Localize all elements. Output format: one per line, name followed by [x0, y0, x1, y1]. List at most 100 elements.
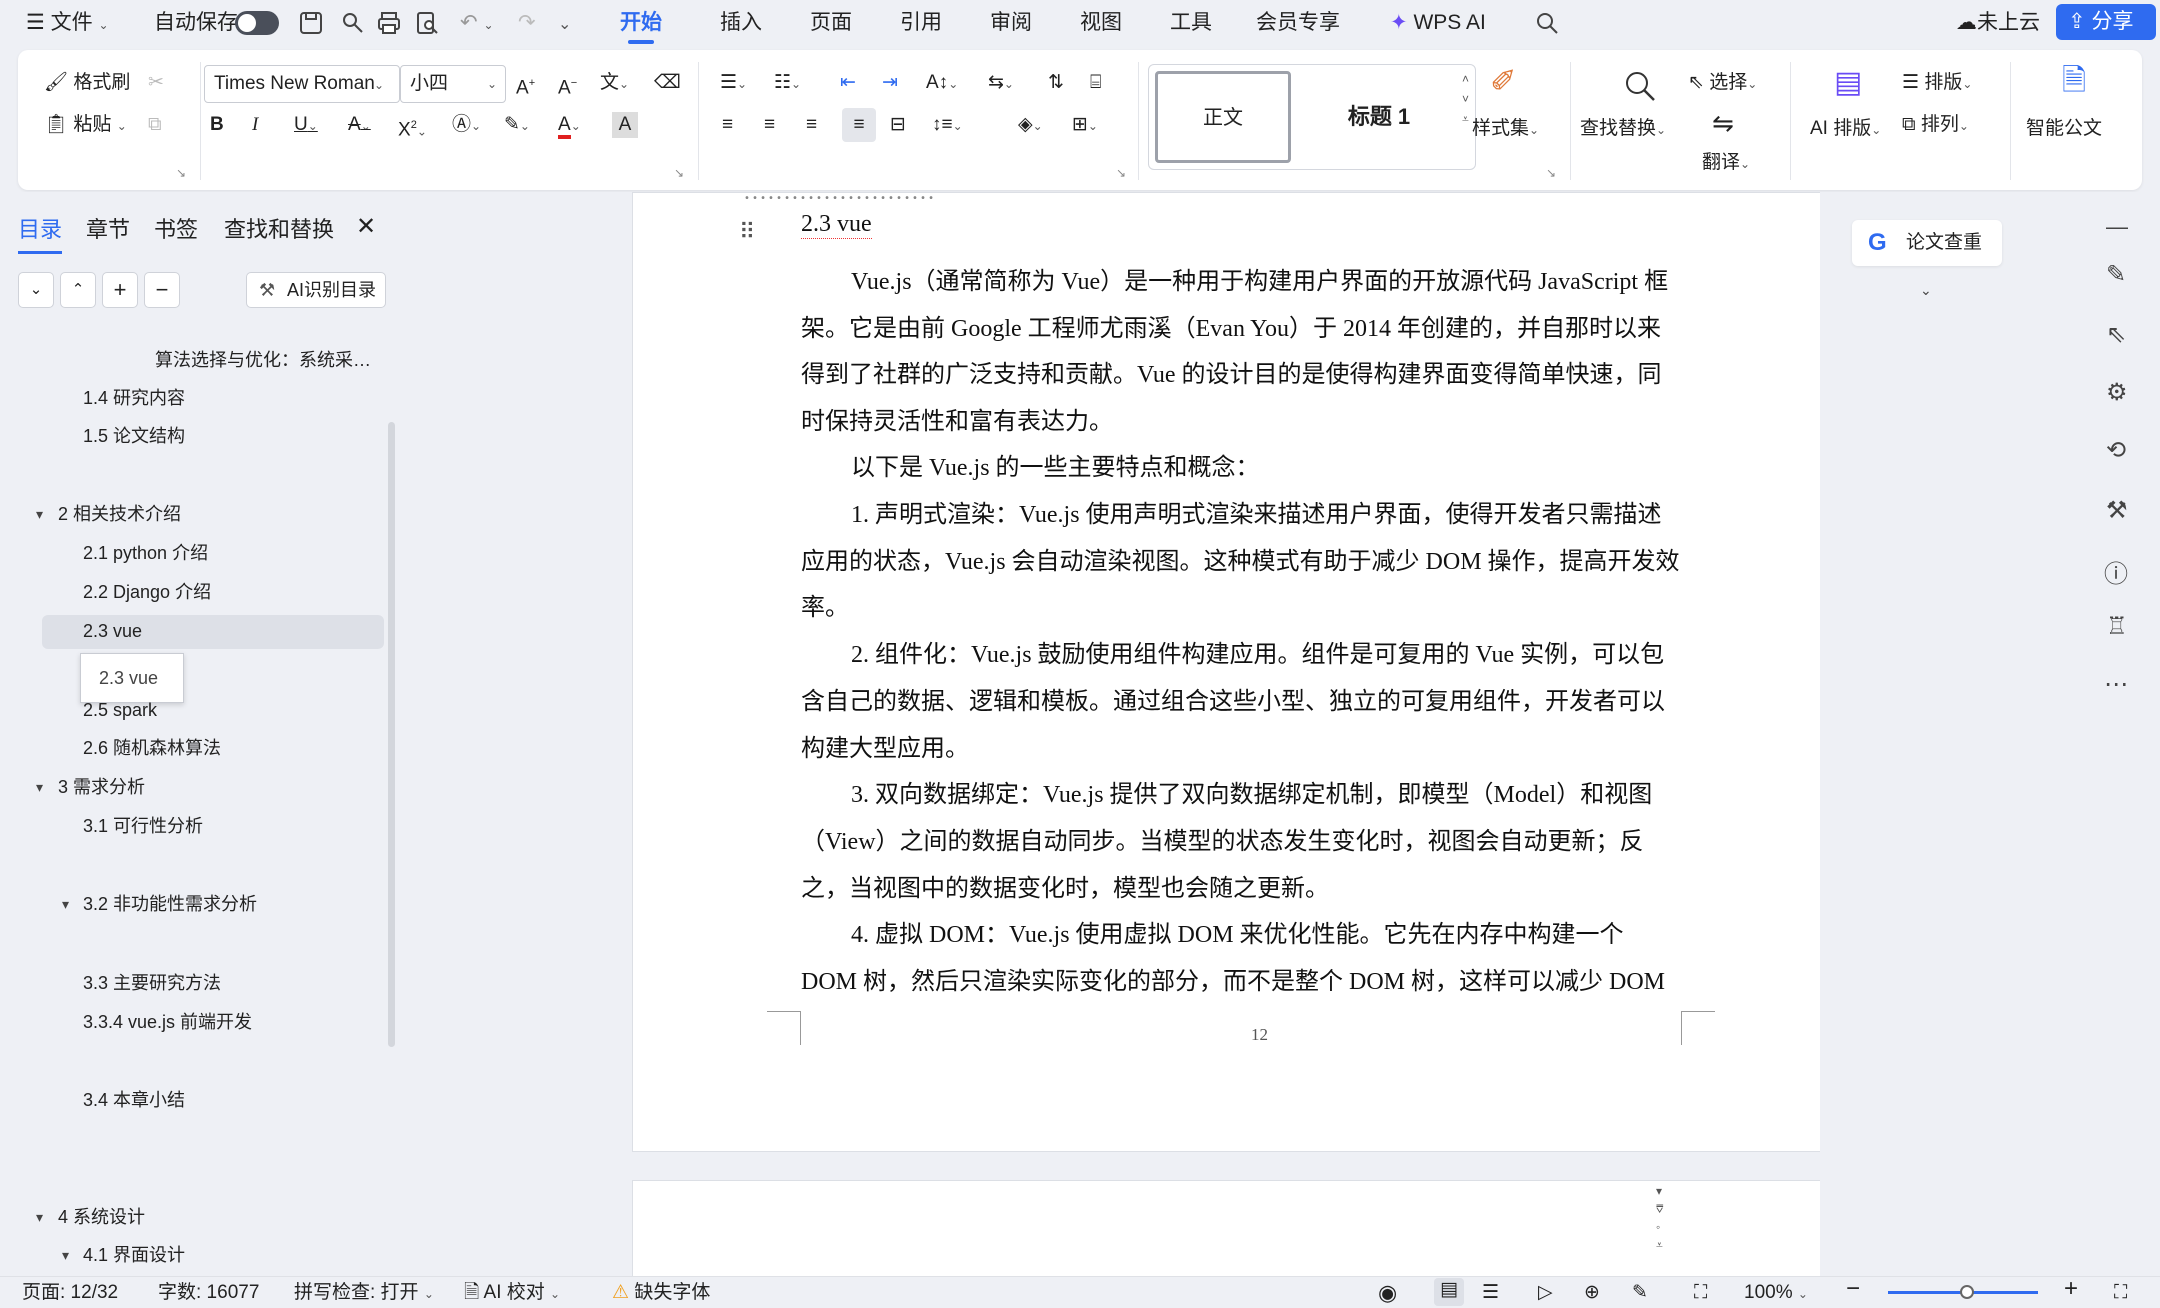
eye-icon[interactable]: ◉ — [1378, 1281, 1397, 1305]
fullscreen-icon[interactable]: ⛶ — [2114, 1281, 2127, 1305]
toc-item[interactable]: 4 系统设计 — [58, 1204, 145, 1230]
distributed-icon[interactable]: ⊟ — [890, 112, 906, 138]
collapse-triangle-icon[interactable]: ▾ — [62, 891, 69, 917]
text-effect-icon[interactable]: Ⓐ⌄ — [452, 112, 481, 139]
cut-icon[interactable]: ✂ — [148, 70, 164, 96]
doc-line[interactable]: 含自己的数据、逻辑和模板。通过组合这些小型、独立的可复用组件，开发者可以 — [801, 685, 1665, 719]
remove-heading-button[interactable]: − — [144, 272, 180, 308]
toc-item[interactable]: 3 需求分析 — [58, 774, 145, 800]
tab-view[interactable]: 视图 — [1080, 8, 1122, 38]
layout-button[interactable]: ☰ 排版⌄ — [1902, 70, 1972, 97]
find-replace-button[interactable]: 查找替换⌄ — [1580, 116, 1666, 143]
gallery-scroll-icons[interactable]: ˄ ˅ ⩡ — [1462, 69, 1469, 129]
tab-page[interactable]: 页面 — [810, 8, 852, 38]
play-icon[interactable]: ▷ — [1538, 1281, 1553, 1305]
tools-icon[interactable]: ⚒︎ — [2106, 496, 2128, 525]
font-expand-icon[interactable]: ↘ — [674, 160, 684, 186]
borders-icon[interactable]: ⊞⌄ — [1072, 112, 1098, 139]
toc-item[interactable]: 2.6 随机森林算法 — [83, 735, 221, 761]
zoom-out-icon[interactable]: − — [1846, 1277, 1860, 1301]
doc-line[interactable]: 架。它是由前 Google 工程师尤雨溪（Evan You）于 2014 年创建… — [801, 312, 1661, 346]
font-name-select[interactable]: Times New Roman — [204, 65, 400, 103]
superscript-icon[interactable]: X2⌄ — [398, 112, 427, 144]
phonetic-guide-icon[interactable]: 文⌄ — [600, 70, 629, 97]
pointer-icon[interactable]: ⇖ — [2106, 320, 2126, 349]
tab-wps-ai[interactable]: ✦ WPS AI — [1390, 8, 1486, 38]
document-page[interactable]: …………………… ⠿ 2.3 vue Vue.js（通常简称为 Vue）是一种用… — [632, 192, 1820, 1152]
toc-item[interactable]: 3.1 可行性分析 — [83, 813, 203, 839]
tab-review[interactable]: 审阅 — [990, 8, 1032, 38]
collapse-triangle-icon[interactable]: ▾ — [36, 1204, 43, 1230]
toc-item[interactable]: 2.2 Django 介绍 — [83, 579, 211, 605]
section-heading[interactable]: 2.3 vue — [801, 211, 872, 239]
copy-icon[interactable]: ⧉ — [148, 112, 162, 138]
print-preview-icon[interactable] — [414, 10, 440, 36]
doc-line[interactable]: Vue.js（通常简称为 Vue）是一种用于构建用户界面的开放源代码 JavaS… — [851, 265, 1668, 299]
nav-tab-toc[interactable]: 目录 — [18, 212, 63, 254]
shrink-font-icon[interactable]: A− — [558, 70, 577, 101]
save-icon[interactable] — [298, 10, 324, 36]
smart-doc-icon[interactable]: 🗎︎ — [2062, 66, 2086, 96]
sliders-icon[interactable]: ⚙︎ — [2106, 378, 2128, 407]
toc-item[interactable]: 1.4 研究内容 — [83, 385, 185, 411]
translate-icon[interactable]: ⇋ — [1712, 110, 1734, 136]
spell-check[interactable]: 拼写检查: 打开 ⌄ — [294, 1281, 434, 1306]
font-name-chevron-icon[interactable]: ⌄ — [374, 71, 384, 98]
style-heading1[interactable]: 标题 1 — [1319, 71, 1439, 163]
translate-side-icon[interactable]: ⟲ — [2106, 436, 2126, 465]
toc-item[interactable]: 2.5 spark — [83, 697, 157, 723]
outline-view-icon[interactable]: ☰ — [1482, 1281, 1499, 1305]
font-size-select[interactable]: 小四 ⌄ — [400, 65, 506, 103]
collapse-triangle-icon[interactable]: ▾ — [62, 1242, 69, 1268]
collapse-triangle-icon[interactable]: ▾ — [36, 774, 43, 800]
style-normal[interactable]: 正文 — [1155, 71, 1291, 163]
help-icon[interactable]: ⓘ — [2104, 554, 2128, 589]
edit-icon[interactable]: ✎ — [1632, 1281, 1648, 1305]
close-icon[interactable]: ✕ — [356, 212, 376, 241]
toc-item[interactable]: 2.1 python 介绍 — [83, 540, 208, 566]
zoom-level[interactable]: 100% ⌄ — [1744, 1281, 1808, 1306]
autosave-toggle[interactable] — [235, 11, 279, 35]
doc-line[interactable]: 之，当视图中的数据变化时，模型也会随之更新。 — [801, 872, 1329, 906]
clear-format-icon[interactable]: ⌫ — [654, 70, 681, 96]
collapse-all-button[interactable]: ⌄ — [18, 272, 54, 308]
export-pdf-icon[interactable] — [340, 10, 366, 36]
fit-page-icon[interactable]: ⛶ — [1694, 1281, 1707, 1305]
drag-handle-icon[interactable]: ⠿ — [739, 221, 757, 243]
doc-line[interactable]: 应用的状态，Vue.js 会自动渲染视图。这种模式有助于减少 DOM 操作，提高… — [801, 545, 1680, 579]
line-spacing-icon[interactable]: ↕≡⌄ — [932, 112, 963, 139]
font-color-icon[interactable]: A⌄ — [558, 112, 581, 139]
nav-scrollbar[interactable] — [388, 422, 395, 1047]
undo-icon[interactable]: ↶ ⌄ — [460, 8, 494, 40]
ai-layout-icon[interactable]: ▤ — [1834, 68, 1862, 98]
style-set-button[interactable]: 样式集⌄ — [1472, 116, 1539, 143]
toc-item[interactable]: 3.3 主要研究方法 — [83, 970, 221, 996]
toc-item[interactable]: 2 相关技术介绍 — [58, 501, 181, 527]
tab-home[interactable]: 开始 — [620, 8, 662, 44]
tab-member[interactable]: 会员专享 — [1256, 8, 1340, 38]
more-icon[interactable]: ⋯ — [2104, 670, 2128, 699]
add-heading-button[interactable]: + — [102, 272, 138, 308]
expand-chevron-icon[interactable]: ⌄ — [1920, 282, 1932, 299]
ai-layout-button[interactable]: AI 排版⌄ — [1810, 116, 1881, 143]
numbered-list-icon[interactable]: ☷⌄ — [774, 70, 801, 97]
doc-line[interactable]: 4. 虚拟 DOM：Vue.js 使用虚拟 DOM 来优化性能。它先在内存中构建… — [851, 918, 1624, 952]
smart-doc-button[interactable]: 智能公文 — [2026, 116, 2102, 142]
zoom-slider-thumb[interactable] — [1960, 1285, 1974, 1299]
doc-line[interactable]: DOM 树，然后只渲染实际变化的部分，而不是整个 DOM 树，这样可以减少 DO… — [801, 965, 1665, 999]
collapse-triangle-icon[interactable]: ▾ — [36, 501, 43, 527]
show-marks-icon[interactable]: ⌸ — [1090, 70, 1101, 96]
web-view-icon[interactable]: ⊕ — [1584, 1281, 1600, 1305]
sort-icon[interactable]: ⇅ — [1048, 70, 1064, 96]
paragraph-expand-icon[interactable]: ↘ — [1116, 160, 1126, 186]
align-left-icon[interactable]: ≡ — [722, 112, 733, 138]
doc-line[interactable]: 率。 — [801, 591, 849, 625]
bullet-list-icon[interactable]: ☰⌄ — [720, 70, 747, 97]
toc-item[interactable]: 3.2 非功能性需求分析 — [83, 891, 257, 917]
style-set-icon[interactable]: ✐ — [1490, 65, 1517, 97]
paper-check-button[interactable]: G 论文查重 — [1852, 220, 2002, 266]
increase-indent-icon[interactable]: ⇥ — [882, 70, 898, 96]
ai-proofread[interactable]: 🗎︎ AI 校对 ⌄ — [464, 1281, 560, 1306]
pen-icon[interactable]: ✎ — [2106, 260, 2126, 289]
page-view-icon[interactable]: ▤ — [1434, 1278, 1464, 1306]
